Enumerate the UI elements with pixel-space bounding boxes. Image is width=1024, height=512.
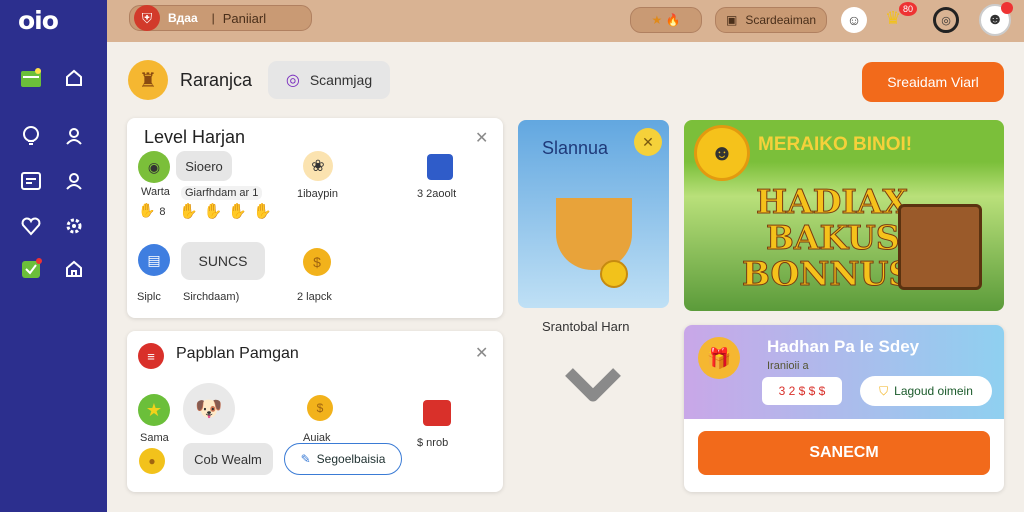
suncs-button[interactable]: SUNCS (181, 242, 265, 280)
giarfhdam-label: Giarfhdam ar 1 (181, 186, 263, 200)
offer-title: Hadhan Pa le Sdey (767, 337, 920, 356)
banner-line-1: HADIAX (755, 182, 909, 221)
nrob-label: $ nrob (417, 437, 449, 449)
close-icon[interactable]: ✕ (475, 343, 488, 363)
avatar-badge (1001, 2, 1013, 14)
warta-label: Warta (141, 186, 170, 198)
treasure-chest-icon (898, 204, 982, 290)
banner-line-2: BAKUS (765, 218, 900, 257)
bulb-icon[interactable] (20, 125, 42, 147)
target-icon[interactable]: ◎ (933, 7, 959, 33)
banner-title: MERAIKO BINOI! (758, 134, 913, 155)
home-icon[interactable] (63, 67, 85, 89)
bonus-banner[interactable]: ☻ MERAIKO BINOI! HADIAX BAKUS BONNUS (684, 120, 1004, 311)
offer-price: 3 2 $ $ $ (762, 377, 842, 405)
hamster-icon: ❀ (303, 151, 333, 181)
gift-icon: 🎁 (698, 337, 740, 379)
divider: | (211, 11, 215, 25)
mascot-icon[interactable]: ☺ (841, 7, 867, 33)
reward-icons: ✋✋✋✋ (179, 203, 278, 220)
item-2-label: 3 2aoolt (417, 188, 457, 200)
cta-button[interactable]: Sreaidam Viarl (862, 62, 1004, 102)
house-icon[interactable] (63, 258, 85, 280)
stars-pill[interactable]: ★ 🔥 (630, 7, 702, 33)
promo-title: Slannua (542, 138, 609, 158)
gift-icon (423, 400, 451, 426)
sioero-button[interactable]: Sioero (176, 151, 232, 181)
promo-card[interactable]: Slannua ✕ (518, 120, 669, 308)
plan-card: ≡ Papblan Pamgan ✕ ★ Sama ● 🐶 Cob Wealm … (127, 331, 503, 492)
segoel-label: Segoelbaisia (316, 452, 386, 466)
brand-icon: ⛨ (134, 5, 160, 31)
gear-icon[interactable] (63, 215, 85, 237)
coins-icon: $ (303, 248, 331, 276)
app-subtitle: Paniiarl (222, 10, 267, 26)
siplc-label: Siplc (137, 291, 161, 303)
sun-icon: ☻ (694, 125, 750, 181)
sirchdaam-label: Sirchdaam) (183, 291, 240, 303)
hands-icon: ✋ 8 (138, 202, 166, 218)
banner-headline: HADIAX BAKUS BONNUS (741, 182, 912, 292)
sama-label: Sama (140, 432, 169, 444)
segoel-button[interactable]: ✎ Segoelbaisia (284, 443, 402, 475)
category-icon: ♜ (128, 60, 168, 100)
notification-badge: 80 (899, 2, 917, 16)
sidebar: oio (0, 0, 107, 512)
coin-stack-icon: $ (307, 395, 333, 421)
leaderboard-label: Scardeaiman (745, 13, 817, 27)
ticket-icon: ▤ (138, 244, 170, 276)
shield-icon: ⛉ (879, 383, 889, 398)
list-icon[interactable] (20, 170, 42, 192)
item-1-label: 1ibaypin (297, 188, 338, 200)
app-title: Bдaa (168, 11, 198, 25)
app-logo[interactable]: oio (18, 6, 59, 35)
top-bar: ⛨ Bдaa | Paniiarl ★ 🔥 ▣ Scardeaiman ☺ ♛ … (107, 0, 1024, 42)
promo-caption: Srantobal Harn (542, 319, 630, 334)
offer-button-label: Lagoud oimein (894, 384, 973, 398)
chest-icon: ▣ (726, 13, 738, 27)
pet-icon: 🐶 (183, 383, 235, 435)
giarfhdam-text: Giarfhdam ar (185, 187, 250, 199)
offer-sub: Iranioii a (767, 360, 809, 372)
level-card-title: Level Harjan (144, 127, 246, 147)
pencil-icon: ✎ (300, 452, 311, 466)
star-icon: ★ (138, 394, 170, 426)
plan-card-title: Papblan Pamgan (176, 345, 299, 362)
mask-icon: ◉ (138, 151, 170, 183)
banner-line-3: BONNUS (741, 254, 913, 293)
section-title: Raranjca (180, 70, 253, 90)
cob-wealm-button[interactable]: Cob Wealm (183, 443, 273, 475)
calendar-icon[interactable] (20, 67, 42, 89)
item-3-label: 2 lapck (297, 291, 332, 303)
claim-button[interactable]: SANECM (698, 431, 990, 475)
offer-card: 🎁 Hadhan Pa le Sdey Iranioii a 3 2 $ $ $… (684, 325, 1004, 492)
giarfhdam-count: 1 (252, 187, 259, 199)
check-icon[interactable] (20, 258, 42, 280)
coin-icon (600, 260, 628, 288)
offer-button[interactable]: ⛉ Lagoud oimein (860, 376, 992, 406)
hands-count: 8 (159, 206, 166, 218)
coin-icon: ● (139, 448, 165, 474)
cube-icon (427, 154, 453, 180)
profile-icon[interactable] (63, 170, 85, 192)
leaderboard-pill[interactable]: ▣ Scardeaiman (715, 7, 827, 33)
search-icon: ◎ (285, 72, 300, 89)
basket-icon (556, 198, 632, 270)
level-card: Level Harjan ✕ ◉ Warta ✋ 8 Sioero Giarfh… (127, 118, 503, 318)
list-icon: ≡ (138, 343, 164, 369)
app-title-pill[interactable]: ⛨ Bдaa | Paniiarl (129, 5, 312, 31)
close-icon[interactable]: ✕ (475, 128, 488, 148)
heart-icon[interactable] (20, 215, 42, 237)
user-icon[interactable] (63, 125, 85, 147)
close-icon[interactable]: ✕ (634, 128, 662, 156)
search-label: Scanmjag (309, 72, 373, 88)
chevron-down-icon[interactable] (563, 362, 623, 409)
search-button[interactable]: ◎ Scanmjag (268, 61, 390, 99)
